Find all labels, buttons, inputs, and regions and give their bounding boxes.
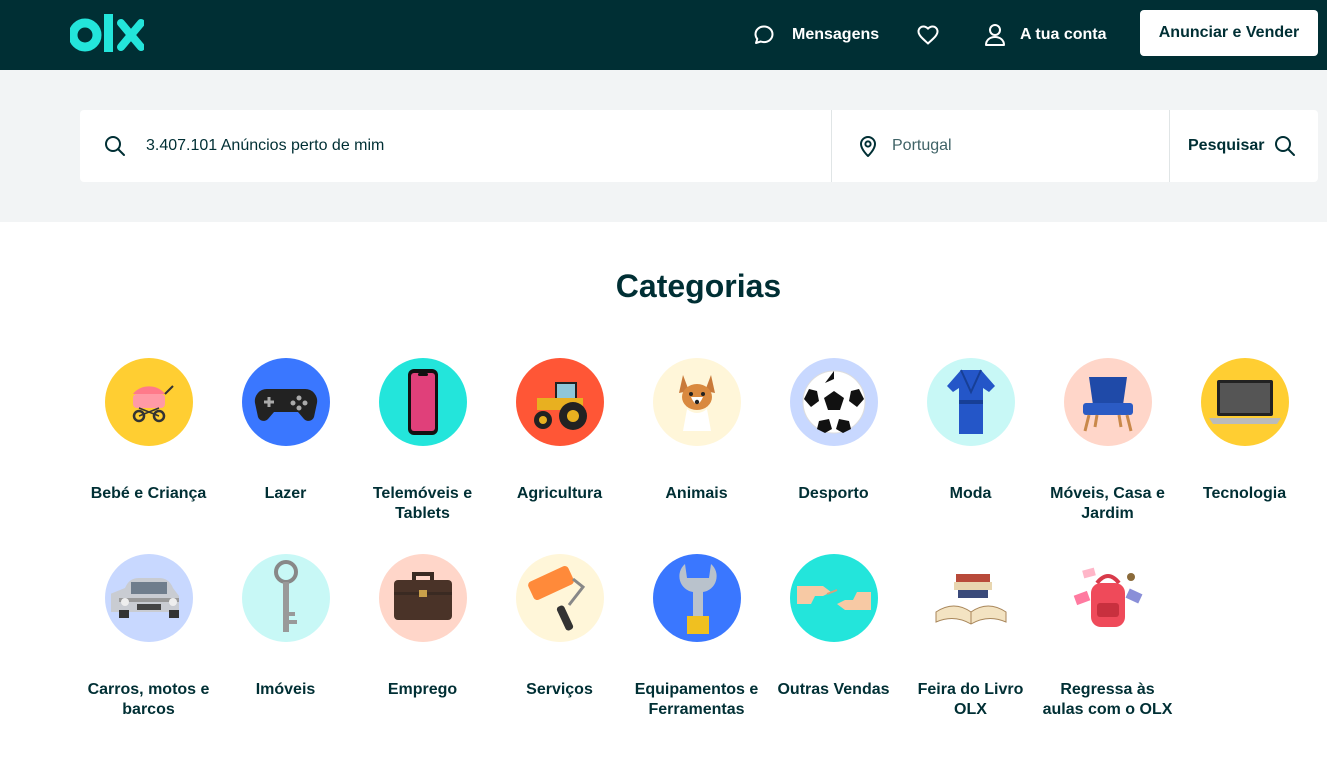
olx-logo-icon: [68, 14, 145, 52]
gamepad-icon: [241, 358, 330, 446]
robe-icon: [926, 358, 1015, 446]
category-label: Serviços: [526, 681, 593, 698]
briefcase-icon: [378, 554, 467, 642]
category-item[interactable]: Outras Vendas: [765, 554, 902, 700]
armchair-icon: [1063, 358, 1152, 446]
location-field[interactable]: Portugal: [832, 110, 1169, 182]
category-item[interactable]: Telemóveis e Tablets: [354, 358, 491, 524]
account-link[interactable]: A tua conta: [984, 0, 1107, 70]
dog-icon: [652, 358, 741, 446]
favorites-button[interactable]: [916, 0, 940, 70]
category-item[interactable]: Carros, motos e barcos: [80, 554, 217, 720]
category-label: Móveis, Casa e Jardim: [1050, 485, 1165, 522]
tractor-icon: [515, 358, 604, 446]
category-item[interactable]: Desporto: [765, 358, 902, 504]
heart-icon: [917, 25, 939, 45]
category-item[interactable]: Animais: [628, 358, 765, 504]
hands-icon: [789, 554, 878, 642]
categories-title: Categorias: [615, 268, 782, 304]
user-icon: [985, 24, 1005, 46]
search-icon: [105, 136, 125, 156]
category-label: Agricultura: [516, 485, 603, 502]
location-input[interactable]: Portugal: [892, 137, 952, 155]
category-label: Feira do Livro OLX: [917, 681, 1024, 718]
key-icon: [241, 554, 330, 642]
category-item[interactable]: Feira do Livro OLX: [902, 554, 1039, 720]
car-icon: [104, 554, 193, 642]
search-icon: [1275, 136, 1296, 156]
location-pin-icon: [860, 136, 876, 157]
paint-roller-icon: [515, 554, 604, 642]
category-label: Regressa às aulas com o OLX: [1042, 681, 1173, 718]
search-button-label: Pesquisar: [1188, 137, 1265, 154]
account-label: A tua conta: [1020, 26, 1107, 43]
wrench-icon: [652, 554, 741, 642]
category-item[interactable]: Emprego: [354, 554, 491, 700]
chat-bubble-icon: [754, 25, 774, 44]
search-bar: 3.407.101 Anúncios perto de mim Portugal…: [80, 110, 1318, 182]
category-label: Imóveis: [255, 681, 316, 698]
messages-label: Mensagens: [792, 26, 880, 43]
smartphone-icon: [378, 358, 467, 446]
search-query-field[interactable]: 3.407.101 Anúncios perto de mim: [80, 110, 831, 182]
category-label: Desporto: [798, 485, 869, 502]
category-label: Animais: [665, 485, 728, 502]
soccer-ball-icon: [789, 358, 878, 446]
category-label: Lazer: [264, 485, 307, 502]
category-label: Outras Vendas: [777, 681, 890, 698]
category-label: Moda: [949, 485, 992, 502]
post-ad-button[interactable]: Anunciar e Vender: [1140, 10, 1318, 56]
category-label: Tecnologia: [1202, 485, 1287, 502]
messages-link[interactable]: Mensagens: [752, 0, 879, 70]
category-item[interactable]: Agricultura: [491, 358, 628, 504]
category-label: Telemóveis e Tablets: [372, 485, 473, 522]
laptop-icon: [1200, 358, 1289, 446]
category-label: Carros, motos e barcos: [87, 681, 210, 718]
search-input[interactable]: 3.407.101 Anúncios perto de mim: [146, 137, 384, 155]
search-button[interactable]: Pesquisar: [1170, 110, 1318, 182]
category-label: Bebé e Criança: [90, 485, 207, 502]
category-item[interactable]: Imóveis: [217, 554, 354, 700]
books-icon: [926, 554, 1015, 642]
school-bag-icon: [1063, 554, 1152, 642]
category-item[interactable]: Regressa às aulas com o OLX: [1039, 554, 1176, 720]
category-label: Emprego: [387, 681, 458, 698]
category-item[interactable]: Serviços: [491, 554, 628, 700]
category-item[interactable]: Equipamentos e Ferramentas: [628, 554, 765, 720]
category-item[interactable]: Lazer: [217, 358, 354, 504]
category-label: Equipamentos e Ferramentas: [634, 681, 759, 718]
category-item[interactable]: Bebé e Criança: [80, 358, 217, 504]
category-item[interactable]: Tecnologia: [1176, 358, 1313, 504]
top-navigation-bar: Mensagens A tua conta Anunciar e Vender: [0, 0, 1327, 70]
category-item[interactable]: Móveis, Casa e Jardim: [1039, 358, 1176, 524]
olx-logo[interactable]: [68, 14, 145, 54]
category-item[interactable]: Moda: [902, 358, 1039, 504]
stroller-icon: [104, 358, 193, 446]
